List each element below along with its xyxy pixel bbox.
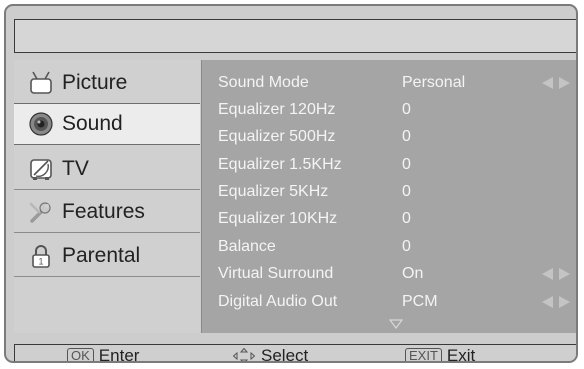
setting-value: 0 <box>402 183 411 200</box>
menu-item-features[interactable]: Features <box>14 191 200 233</box>
setting-value: 0 <box>402 238 411 255</box>
svg-text:1: 1 <box>38 256 43 266</box>
directional-arrows-icon <box>233 348 255 361</box>
setting-label: Digital Audio Out <box>218 293 338 310</box>
setting-value: 0 <box>402 128 411 145</box>
setting-row-eq-10khz[interactable]: Equalizer 10KHz 0 <box>218 206 568 232</box>
menu-label: Parental <box>62 243 141 267</box>
setting-label: Equalizer 10KHz <box>218 210 338 227</box>
setting-row-digital-audio-out[interactable]: Digital Audio Out PCM <box>218 289 570 315</box>
menu-item-picture[interactable]: Picture <box>14 62 200 104</box>
sound-settings-panel: Sound Mode Personal Equalizer 120Hz 0 Eq… <box>201 60 576 333</box>
satellite-dish-icon <box>28 156 54 182</box>
setting-label: Balance <box>218 238 276 255</box>
menu-label: Features <box>62 199 145 223</box>
left-right-arrows-icon[interactable] <box>540 296 572 308</box>
menu-item-parental[interactable]: 1 Parental <box>14 235 200 277</box>
setting-row-sound-mode[interactable]: Sound Mode Personal <box>218 70 570 96</box>
setting-label: Sound Mode <box>218 74 309 91</box>
hint-exit: EXIT Exit <box>405 346 476 363</box>
setting-row-eq-500hz[interactable]: Equalizer 500Hz 0 <box>218 124 568 150</box>
menu-item-sound[interactable]: Sound <box>14 103 200 145</box>
hint-enter-label: Enter <box>98 346 140 363</box>
lock-icon: 1 <box>28 243 54 269</box>
left-right-arrows-icon[interactable] <box>540 77 572 89</box>
hint-select-label: Select <box>261 346 309 363</box>
title-bar <box>14 19 576 53</box>
setting-value: 0 <box>402 156 411 173</box>
scroll-down-arrow-icon[interactable] <box>389 319 403 329</box>
setting-row-eq-1-5khz[interactable]: Equalizer 1.5KHz 0 <box>218 152 568 178</box>
hint-exit-label: Exit <box>446 346 476 363</box>
setting-label: Equalizer 500Hz <box>218 128 336 145</box>
setting-value: Personal <box>402 74 466 91</box>
hint-select: Select <box>233 346 309 363</box>
setting-row-eq-120hz[interactable]: Equalizer 120Hz 0 <box>218 97 568 123</box>
tv-icon <box>28 70 54 96</box>
menu-label: Picture <box>62 70 128 94</box>
menu-item-tv[interactable]: TV <box>14 148 200 190</box>
wrench-icon <box>28 199 54 225</box>
hint-enter: OK Enter <box>67 346 140 363</box>
main-menu: Picture Sound TV Features 1 Parental <box>14 60 200 333</box>
setting-row-balance[interactable]: Balance 0 <box>218 234 568 260</box>
menu-label: TV <box>62 156 89 180</box>
setting-label: Virtual Surround <box>218 265 334 282</box>
osd-window: Picture Sound TV Features 1 Parental Sou… <box>4 4 578 363</box>
setting-value: On <box>402 265 424 282</box>
help-bar: OK Enter Select EXIT Exit <box>14 344 576 363</box>
setting-value: 0 <box>402 210 411 227</box>
speaker-icon <box>28 111 54 137</box>
setting-row-eq-5khz[interactable]: Equalizer 5KHz 0 <box>218 179 568 205</box>
ok-key-icon: OK <box>67 348 94 361</box>
setting-label: Equalizer 5KHz <box>218 183 329 200</box>
setting-value: PCM <box>402 293 438 310</box>
setting-value: 0 <box>402 101 411 118</box>
setting-label: Equalizer 120Hz <box>218 101 336 118</box>
setting-label: Equalizer 1.5KHz <box>218 156 342 173</box>
exit-key-icon: EXIT <box>405 348 442 361</box>
setting-row-virtual-surround[interactable]: Virtual Surround On <box>218 261 570 287</box>
left-right-arrows-icon[interactable] <box>540 268 572 280</box>
menu-label: Sound <box>62 112 123 135</box>
